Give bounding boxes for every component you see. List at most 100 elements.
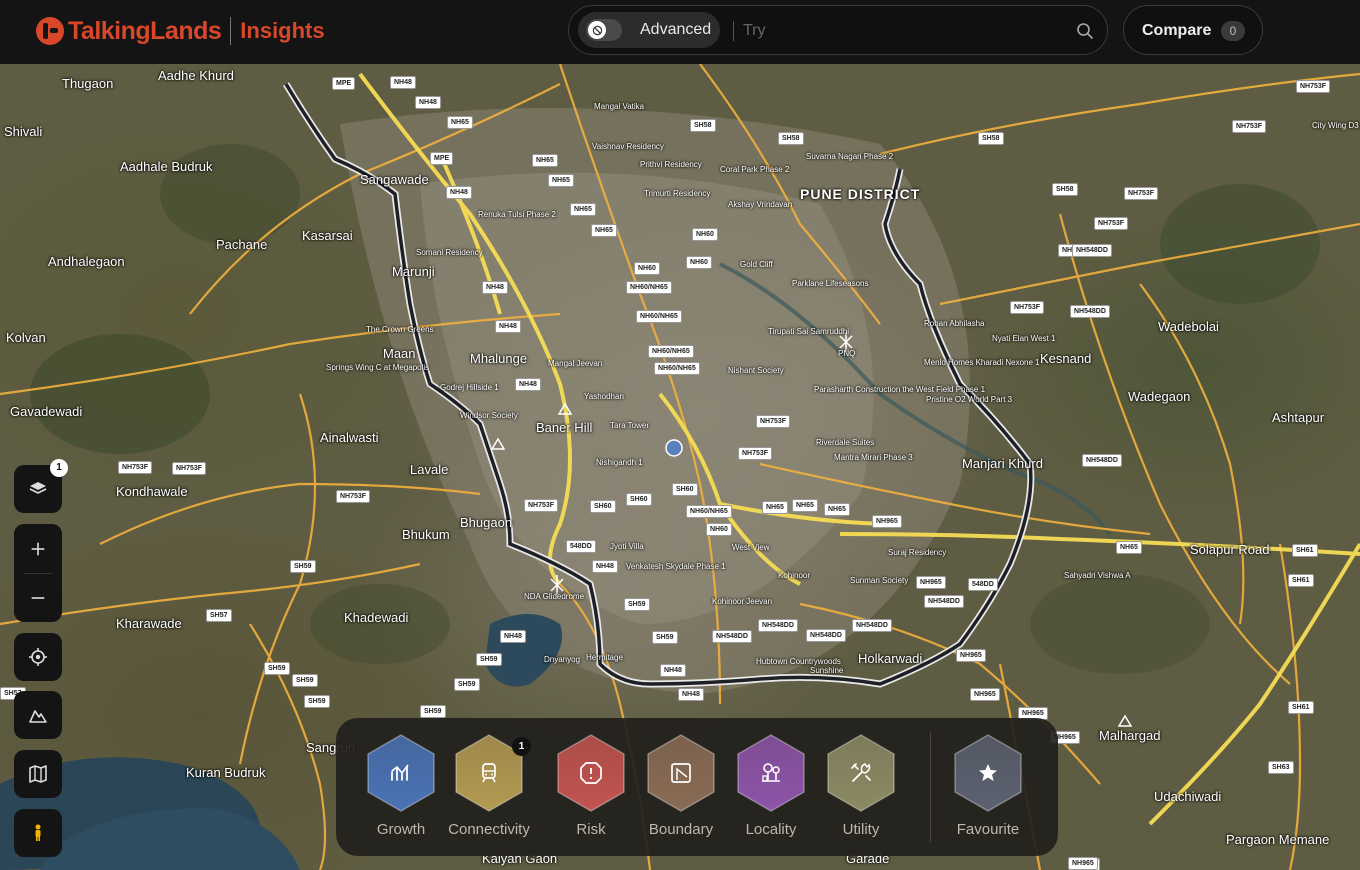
road-shield: SH58 — [1052, 183, 1078, 196]
place-label: Solapur Road — [1190, 542, 1270, 557]
road-shield: MPE — [332, 77, 356, 90]
place-label: Hubtown Countrywoods — [756, 657, 841, 666]
brand-logo[interactable]: TalkingLands Insights — [36, 16, 325, 46]
advanced-toggle[interactable]: Advanced — [578, 12, 720, 48]
road-shield: SH59 — [624, 598, 650, 611]
search-bar: Advanced — [568, 5, 1108, 55]
road-shield: NH753F — [524, 499, 559, 512]
road-shield: NH965 — [970, 688, 1000, 701]
place-label: Aadhale Budruk — [120, 159, 213, 174]
zoom-in-button[interactable] — [14, 524, 62, 573]
road-shield: SH58 — [778, 132, 804, 145]
road-shield: SH61 — [1288, 574, 1314, 587]
road-shield: NH48 — [482, 281, 508, 294]
road-shield: NH753F — [1124, 187, 1159, 200]
zoom-controls — [14, 524, 62, 622]
place-label: Hermitage — [586, 653, 623, 662]
compare-button[interactable]: Compare 0 — [1123, 5, 1263, 55]
place-label: Sunshine — [810, 666, 844, 675]
place-label: Pargaon Memane — [1226, 832, 1330, 847]
crosshair-icon — [29, 648, 47, 666]
dock-item-boundary[interactable]: Boundary — [636, 734, 726, 846]
place-label: Somani Residency — [416, 248, 483, 257]
place-label: Jyoti Villa — [610, 542, 644, 551]
road-shield: NH753F — [1232, 120, 1267, 133]
road-shield: NH548DD — [758, 619, 798, 632]
basemap-button[interactable] — [14, 750, 62, 798]
search-divider — [733, 21, 734, 41]
road-shield: MPE — [430, 152, 454, 165]
place-label: Bhugaon — [460, 515, 513, 530]
brand-divider — [230, 17, 232, 45]
growth-icon — [381, 758, 421, 788]
place-label: Bhukum — [402, 527, 450, 542]
brand-name: TalkingLands — [68, 16, 222, 45]
place-label: Akshay Vrindavan — [728, 200, 793, 209]
road-shield: NH753F — [738, 447, 773, 460]
locate-me-button[interactable] — [14, 633, 62, 681]
road-shield: NH65 — [792, 499, 818, 512]
road-shield: NH60 — [634, 262, 660, 275]
road-shield: NH965 — [1068, 857, 1098, 870]
road-shield: SH57 — [206, 609, 232, 622]
search-icon[interactable] — [1076, 22, 1094, 40]
road-shield: SH59 — [652, 631, 678, 644]
place-label: Venkatesh Skydale Phase 1 — [626, 562, 726, 571]
dock-item-label: Boundary — [648, 821, 714, 838]
road-shield: NH60/NH65 — [686, 505, 732, 518]
street-view-button[interactable] — [14, 809, 62, 857]
place-label: Udachiwadi — [1154, 789, 1222, 804]
dock-divider — [930, 732, 931, 842]
place-label: The Crown Greens — [366, 325, 434, 334]
place-label: Suvarna Nagari Phase 2 — [806, 152, 894, 161]
road-shield: NH65 — [824, 503, 850, 516]
place-label: Renuka Tulsi Phase 2 — [478, 210, 556, 219]
place-label: West View — [732, 543, 770, 552]
road-shield: NH65 — [548, 174, 574, 187]
road-shield: NH48 — [495, 320, 521, 333]
place-label: Kasarsai — [302, 228, 353, 243]
place-label: PNQ — [838, 349, 856, 358]
search-input[interactable] — [743, 16, 1063, 46]
dock-item-utility[interactable]: Utility — [816, 734, 906, 846]
road-shield: SH61 — [1288, 701, 1314, 714]
road-shield: NH60/NH65 — [648, 345, 694, 358]
road-shield: NH48 — [415, 96, 441, 109]
terrain-button[interactable] — [14, 691, 62, 739]
pegman-icon — [35, 824, 41, 841]
zoom-out-button[interactable] — [14, 573, 62, 622]
advanced-label: Advanced — [640, 21, 712, 38]
alert-icon — [571, 758, 611, 788]
road-shield: NH65 — [532, 154, 558, 167]
road-shield: NH65 — [447, 116, 473, 129]
road-shield: NH48 — [515, 378, 541, 391]
place-label: Mhalunge — [470, 351, 528, 366]
road-shield: SH60 — [626, 493, 652, 506]
place-label: Mangal Vatika — [594, 102, 645, 111]
product-name: Insights — [240, 18, 325, 43]
compare-count-badge: 0 — [1221, 21, 1245, 41]
dock-item-label: Favourite — [956, 821, 1020, 838]
dock-item-label: Utility — [842, 821, 880, 838]
place-label: Lavale — [410, 462, 449, 477]
dock-item-growth[interactable]: Growth — [356, 734, 446, 846]
road-shield: NH965 — [916, 576, 946, 589]
place-label: Sahyadri Vishwa A — [1064, 571, 1131, 580]
dock-item-locality[interactable]: Locality — [726, 734, 816, 846]
dock-item-favourite[interactable]: Favourite — [943, 734, 1033, 846]
place-label: Sunman Society — [850, 576, 909, 585]
place-label: Mantra Mirari Phase 3 — [834, 453, 913, 462]
place-label: Nishigandh 1 — [596, 458, 643, 467]
road-shield: NH548DD — [1072, 244, 1112, 257]
road-shield: NH753F — [1296, 80, 1331, 93]
road-shield: 548DD — [566, 540, 596, 553]
place-label: Kondhawale — [116, 484, 188, 499]
place-label: Dnyanyog — [544, 655, 581, 664]
dock-item-risk[interactable]: Risk — [546, 734, 636, 846]
road-shield: SH59 — [476, 653, 502, 666]
road-shield: NH48 — [446, 186, 472, 199]
place-label: Prithvi Residency — [640, 160, 702, 169]
road-shield: SH59 — [420, 705, 446, 718]
toggle-switch[interactable] — [586, 19, 622, 41]
place-label: Vaishnav Residency — [592, 142, 664, 151]
